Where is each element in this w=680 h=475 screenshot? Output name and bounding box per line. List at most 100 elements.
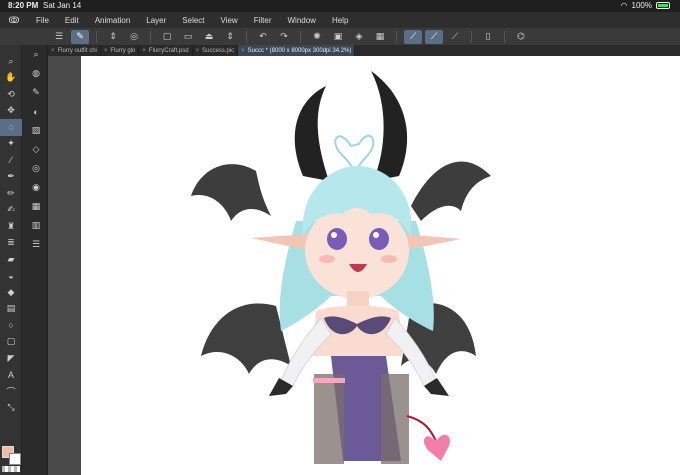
document-tabs: × Flurry outfit chi × Flurry glo × FlurryCraf… (48, 45, 680, 56)
close-tab-icon[interactable]: × (142, 48, 146, 54)
app-logo-icon[interactable]: ↂ (0, 15, 28, 26)
eyedropper-tool-icon[interactable]: ⁄ (0, 152, 22, 169)
stepper-icon[interactable]: ⇕ (104, 30, 122, 44)
magic-wand-tool-icon[interactable]: ✦ (0, 136, 22, 153)
open-folder-icon[interactable]: ▭ (179, 30, 197, 44)
status-right: ◠ 100% (621, 1, 670, 10)
status-time: 8:20 PM (8, 1, 39, 10)
rotate-tool-icon[interactable]: ⟲ (0, 86, 22, 103)
pencil-tool-icon[interactable]: ✏ (0, 185, 22, 202)
close-tab-icon[interactable]: × (196, 48, 200, 54)
list-icon[interactable]: ☰ (24, 235, 48, 254)
figure-tool-icon[interactable]: ○ (0, 317, 22, 334)
document-tab[interactable]: × Flurry outfit chi (48, 45, 101, 56)
frame-tool-icon[interactable]: ▢ (0, 334, 22, 351)
canvas-page[interactable] (81, 56, 680, 475)
pen-settings-icon[interactable]: ✎ (71, 29, 89, 44)
fill-icon[interactable]: ◈ (350, 30, 368, 44)
color-wheel-icon[interactable]: ◉ (24, 178, 48, 197)
clear-icon[interactable]: ▦ (371, 30, 389, 44)
lasso-tool-icon[interactable]: ◌ (0, 119, 22, 136)
save-icon[interactable]: ⏏ (200, 30, 218, 44)
menu-filter[interactable]: Filter (246, 16, 280, 25)
device-icon[interactable]: ▯ (479, 30, 497, 44)
new-file-icon[interactable]: ▢ (158, 30, 176, 44)
left-lower-wing (201, 303, 291, 374)
toolbar-separator (150, 30, 151, 43)
left-upper-wing (191, 164, 271, 221)
pen-tool-icon[interactable]: ✒ (0, 169, 22, 186)
left-eye (327, 228, 347, 250)
eraser-tool-icon[interactable]: ▰ (0, 251, 22, 268)
brush-tool-icon[interactable]: ✍ (0, 202, 22, 219)
color-set-icon[interactable]: ◐ (24, 102, 48, 121)
menu-layer[interactable]: Layer (138, 16, 174, 25)
document-tab[interactable]: × Succc * (8000 x 8000px 300dpi 34.2%) (238, 45, 356, 56)
close-tab-icon[interactable]: × (104, 48, 108, 54)
text-tool-icon[interactable]: A (0, 367, 22, 384)
left-elf-ear (251, 234, 311, 251)
tab-label: Flurry glo (110, 47, 136, 54)
zoom-tool-icon[interactable]: ⌕ (0, 53, 22, 70)
eye-icon[interactable]: ◎ (125, 30, 143, 44)
move-tool-icon[interactable]: ✥ (0, 103, 22, 120)
blend-tool-icon[interactable]: ◒ (0, 268, 22, 285)
toolbar-separator (246, 30, 247, 43)
right-eye (369, 228, 389, 250)
menu-help[interactable]: Help (324, 16, 356, 25)
navigator-icon[interactable]: ⌕ (24, 45, 48, 64)
document-tab[interactable]: × Success.pic (193, 45, 239, 56)
left-leg-stocking (314, 374, 344, 464)
gradient-tool-icon[interactable]: ▤ (0, 301, 22, 318)
character-illustration (191, 71, 491, 464)
toolbar-separator (471, 30, 472, 43)
menu-icon[interactable]: ☰ (50, 30, 68, 44)
right-leg-stocking (381, 374, 409, 464)
command-bar: ☰ ✎ ⇕ ◎ ▢ ▭ ⏏ ⇕ ↶ ↷ ✺ ▣ ◈ ▦ ⟋ ⟋ ⟋ ▯ ⌬ (0, 28, 680, 45)
fill-tool-icon[interactable]: ◆ (0, 284, 22, 301)
tab-label: FlurryCraft.psd (148, 47, 189, 54)
layers-icon[interactable]: ◇ (24, 140, 48, 159)
document-tab[interactable]: × Flurry glo (101, 45, 140, 56)
close-tab-icon[interactable]: × (51, 48, 55, 54)
menu-select[interactable]: Select (174, 16, 212, 25)
menu-edit[interactable]: Edit (57, 16, 87, 25)
redo-icon[interactable]: ↷ (275, 30, 293, 44)
balloon-tool-icon[interactable]: ⌒ (0, 383, 22, 400)
menu-view[interactable]: View (213, 16, 246, 25)
image-icon[interactable]: ▨ (24, 121, 48, 140)
right-blush (381, 255, 397, 263)
menu-animation[interactable]: Animation (87, 16, 139, 25)
material-icon[interactable]: ◎ (24, 159, 48, 178)
timeline-icon[interactable]: ▦ (24, 197, 48, 216)
document-tab[interactable]: × FlurryCraft.psd (139, 45, 193, 56)
close-tab-icon[interactable]: × (241, 48, 245, 54)
perspective-icon[interactable]: ⟋ (446, 30, 464, 44)
transparent-color-swatch[interactable] (2, 466, 20, 472)
canvas-area[interactable] (48, 56, 680, 475)
left-blush (319, 255, 335, 263)
decoration-tool-icon[interactable]: ≣ (0, 235, 22, 252)
undo-icon[interactable]: ↶ (254, 30, 272, 44)
brush-ruler-icon[interactable]: ⟋ (425, 29, 443, 44)
history-icon[interactable]: ▥ (24, 216, 48, 235)
toolbar-separator (300, 30, 301, 43)
thigh-garter (313, 378, 345, 383)
stepper-2-icon[interactable]: ⇕ (221, 30, 239, 44)
sub-color-swatch[interactable] (9, 453, 21, 465)
brush-size-icon[interactable]: ✎ (24, 83, 48, 102)
sun-icon[interactable]: ✺ (308, 30, 326, 44)
ruler-icon[interactable]: ⟋ (404, 29, 422, 44)
hand-tool-icon[interactable]: ✋ (0, 70, 22, 87)
menu-bar: ↂ File Edit Animation Layer Select View … (0, 12, 680, 28)
ruler-tool-icon[interactable]: ◤ (0, 350, 22, 367)
menu-window[interactable]: Window (280, 16, 324, 25)
airbrush-tool-icon[interactable]: ♜ (0, 218, 22, 235)
palette-grip[interactable] (0, 45, 21, 53)
menu-file[interactable]: File (28, 16, 57, 25)
right-eye-highlight (373, 232, 379, 238)
correct-line-tool-icon[interactable]: ⤡ (0, 400, 22, 417)
layer-icon[interactable]: ▣ (329, 30, 347, 44)
layer-property-icon[interactable]: ◍ (24, 64, 48, 83)
assist-icon[interactable]: ⌬ (512, 30, 530, 44)
